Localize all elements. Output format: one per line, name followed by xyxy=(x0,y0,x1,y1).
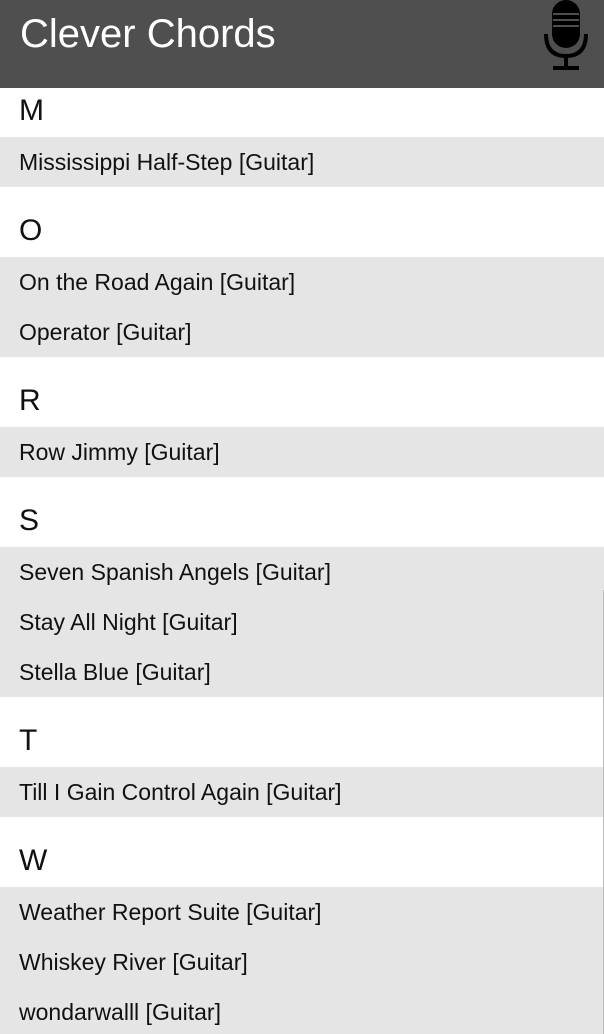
song-item[interactable]: Mississippi Half-Step [Guitar] xyxy=(0,137,604,187)
section-items-m: Mississippi Half-Step [Guitar] xyxy=(0,137,604,187)
section-header-t: T xyxy=(0,717,604,767)
app-window: Clever Chords M Mississippi Half-Step [G… xyxy=(0,0,604,1034)
song-item[interactable]: Stella Blue [Guitar] xyxy=(0,647,604,697)
song-item[interactable]: Seven Spanish Angels [Guitar] xyxy=(0,547,604,597)
song-item[interactable]: Stay All Night [Guitar] xyxy=(0,597,604,647)
microphone-button[interactable] xyxy=(540,0,592,72)
section-header-o: O xyxy=(0,207,604,257)
section-items-s: Seven Spanish Angels [Guitar] Stay All N… xyxy=(0,547,604,697)
song-item[interactable]: Till I Gain Control Again [Guitar] xyxy=(0,767,604,817)
song-item[interactable]: On the Road Again [Guitar] xyxy=(0,257,604,307)
section-divider xyxy=(0,697,604,717)
song-item[interactable]: Weather Report Suite [Guitar] xyxy=(0,887,604,937)
section-divider xyxy=(0,357,604,377)
section-items-r: Row Jimmy [Guitar] xyxy=(0,427,604,477)
song-item[interactable]: wondarwalll [Guitar] xyxy=(0,987,604,1034)
section-header-w: W xyxy=(0,837,604,887)
section-header-r: R xyxy=(0,377,604,427)
section-divider xyxy=(0,817,604,837)
section-items-w: Weather Report Suite [Guitar] Whiskey Ri… xyxy=(0,887,604,1034)
song-item[interactable]: Whiskey River [Guitar] xyxy=(0,937,604,987)
section-items-o: On the Road Again [Guitar] Operator [Gui… xyxy=(0,257,604,357)
app-title: Clever Chords xyxy=(20,12,276,56)
section-items-t: Till I Gain Control Again [Guitar] xyxy=(0,767,604,817)
app-header: Clever Chords xyxy=(0,0,604,88)
section-divider xyxy=(0,477,604,497)
song-list: M Mississippi Half-Step [Guitar] O On th… xyxy=(0,88,604,1034)
section-header-s: S xyxy=(0,497,604,547)
song-item[interactable]: Row Jimmy [Guitar] xyxy=(0,427,604,477)
microphone-icon xyxy=(544,0,588,70)
section-divider xyxy=(0,187,604,207)
section-header-m: M xyxy=(0,88,604,137)
song-item[interactable]: Operator [Guitar] xyxy=(0,307,604,357)
